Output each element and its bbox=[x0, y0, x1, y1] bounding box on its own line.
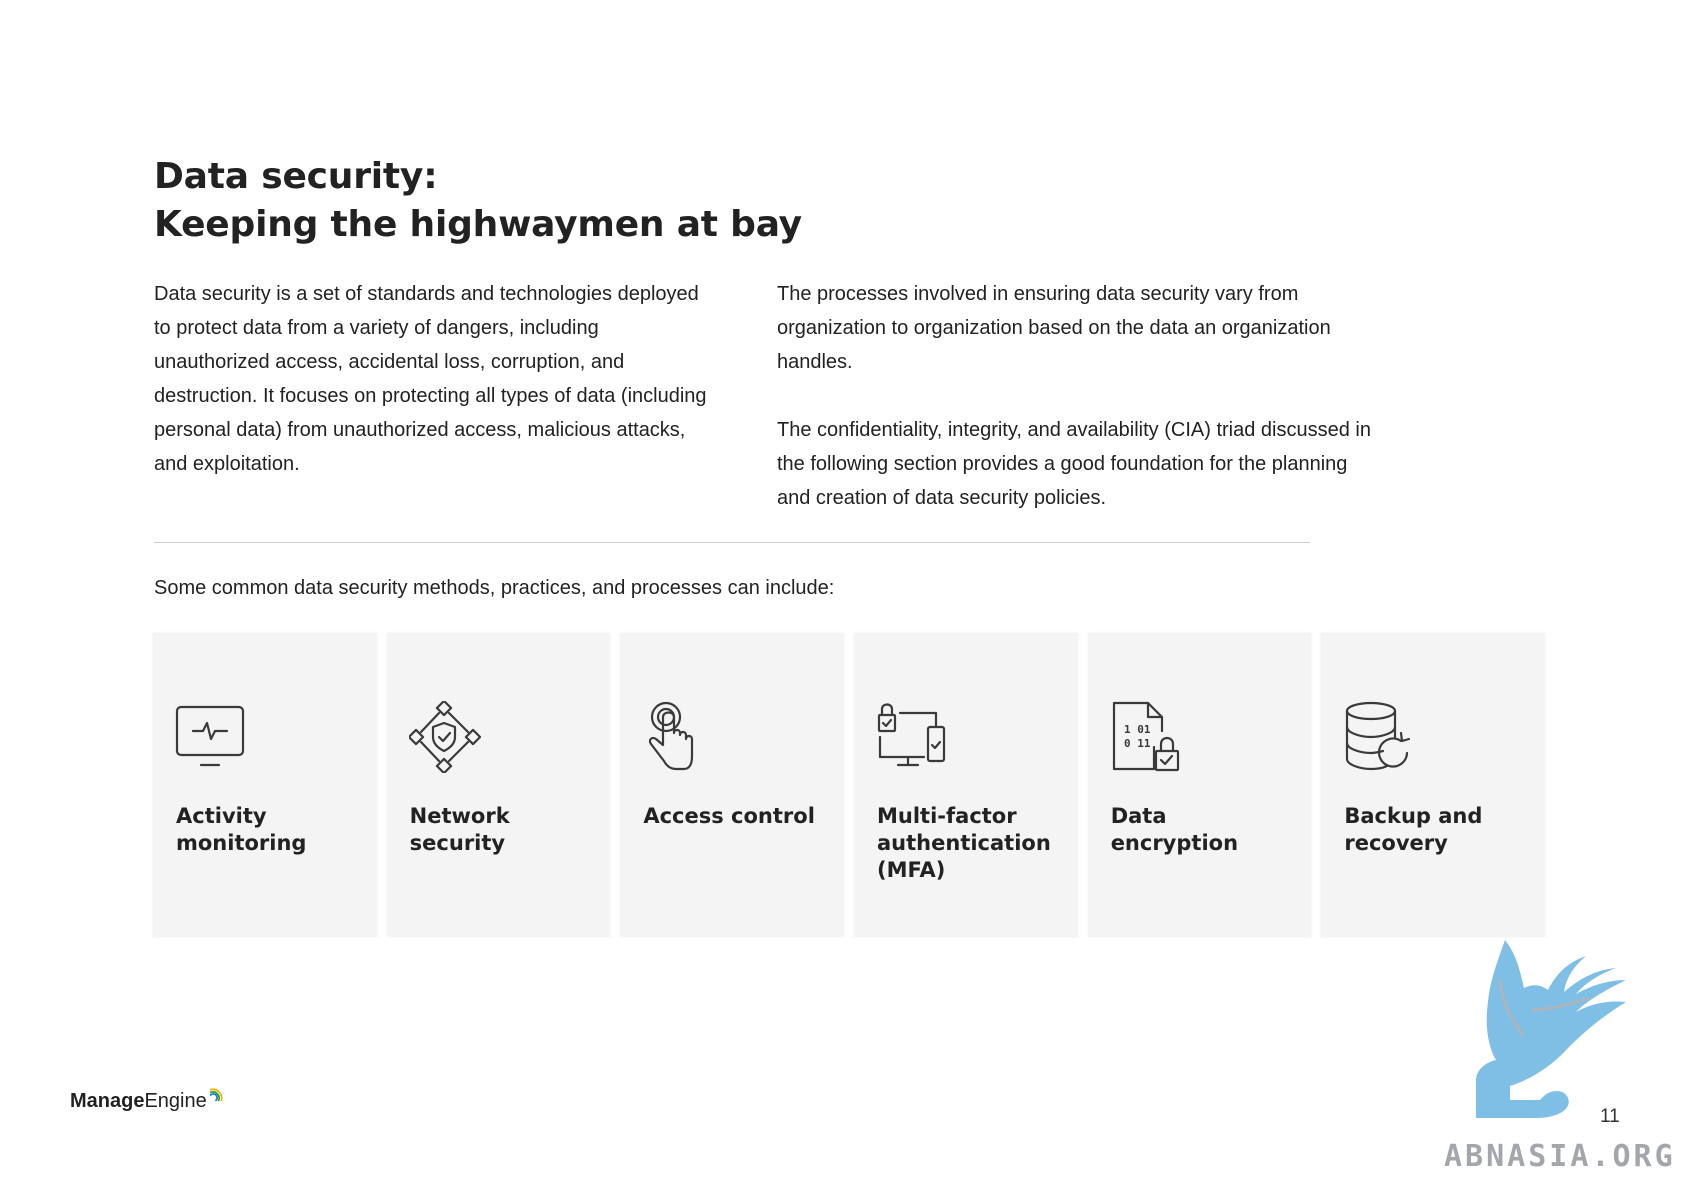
page-title: Data security: Keeping the highwaymen at… bbox=[154, 153, 802, 249]
logo-bold-text: Manage bbox=[70, 1090, 145, 1112]
network-shield-icon bbox=[408, 701, 481, 773]
svg-text:1 01: 1 01 bbox=[1124, 723, 1151, 736]
title-line-2: Keeping the highwaymen at bay bbox=[154, 204, 802, 245]
card-backup-recovery: Backup and recovery bbox=[1321, 633, 1546, 937]
card-label: Access control bbox=[643, 804, 815, 828]
card-mfa: Multi-factor authentication (MFA) bbox=[854, 633, 1078, 937]
fingerprint-touch-icon bbox=[642, 701, 714, 773]
card-activity-monitoring: Activity monitoring bbox=[153, 633, 377, 937]
monitor-heartbeat-icon bbox=[175, 701, 247, 773]
card-data-encryption: 1 01 0 11 Data encryption bbox=[1087, 633, 1312, 937]
logo-regular-text: Engine bbox=[144, 1090, 207, 1112]
right-paragraph-1: The processes involved in ensuring data … bbox=[777, 283, 1331, 373]
left-paragraph: Data security is a set of standards and … bbox=[154, 283, 707, 475]
database-restore-icon bbox=[1343, 701, 1415, 773]
svg-text:0 11: 0 11 bbox=[1124, 737, 1151, 750]
intro-column-right: The processes involved in ensuring data … bbox=[777, 277, 1377, 515]
title-line-1: Data security: bbox=[154, 156, 438, 197]
griffin-watermark-icon bbox=[1476, 940, 1626, 1118]
methods-cards: Activity monitoring Network security Acc… bbox=[153, 633, 1546, 937]
card-label: Multi-factor authentication (MFA) bbox=[877, 804, 1051, 882]
right-paragraph-2: The confidentiality, integrity, and avai… bbox=[777, 419, 1371, 509]
card-label: Data encryption bbox=[1110, 804, 1239, 855]
card-label: Activity monitoring bbox=[176, 804, 307, 855]
card-label: Backup and recovery bbox=[1344, 804, 1483, 855]
card-access-control: Access control bbox=[620, 633, 845, 937]
card-network-security: Network security bbox=[386, 633, 611, 937]
logo-arc-icon bbox=[209, 1088, 223, 1102]
manageengine-logo: Manage Engine bbox=[70, 1088, 225, 1113]
binary-file-lock-icon: 1 01 0 11 bbox=[1110, 701, 1182, 773]
multi-device-lock-icon bbox=[876, 701, 948, 773]
methods-intro: Some common data security methods, pract… bbox=[154, 577, 835, 599]
intro-column-left: Data security is a set of standards and … bbox=[154, 277, 714, 481]
card-label: Network security bbox=[409, 804, 510, 855]
watermark-text: ABNASIA.ORG bbox=[1444, 1139, 1676, 1174]
section-divider bbox=[154, 542, 1310, 543]
